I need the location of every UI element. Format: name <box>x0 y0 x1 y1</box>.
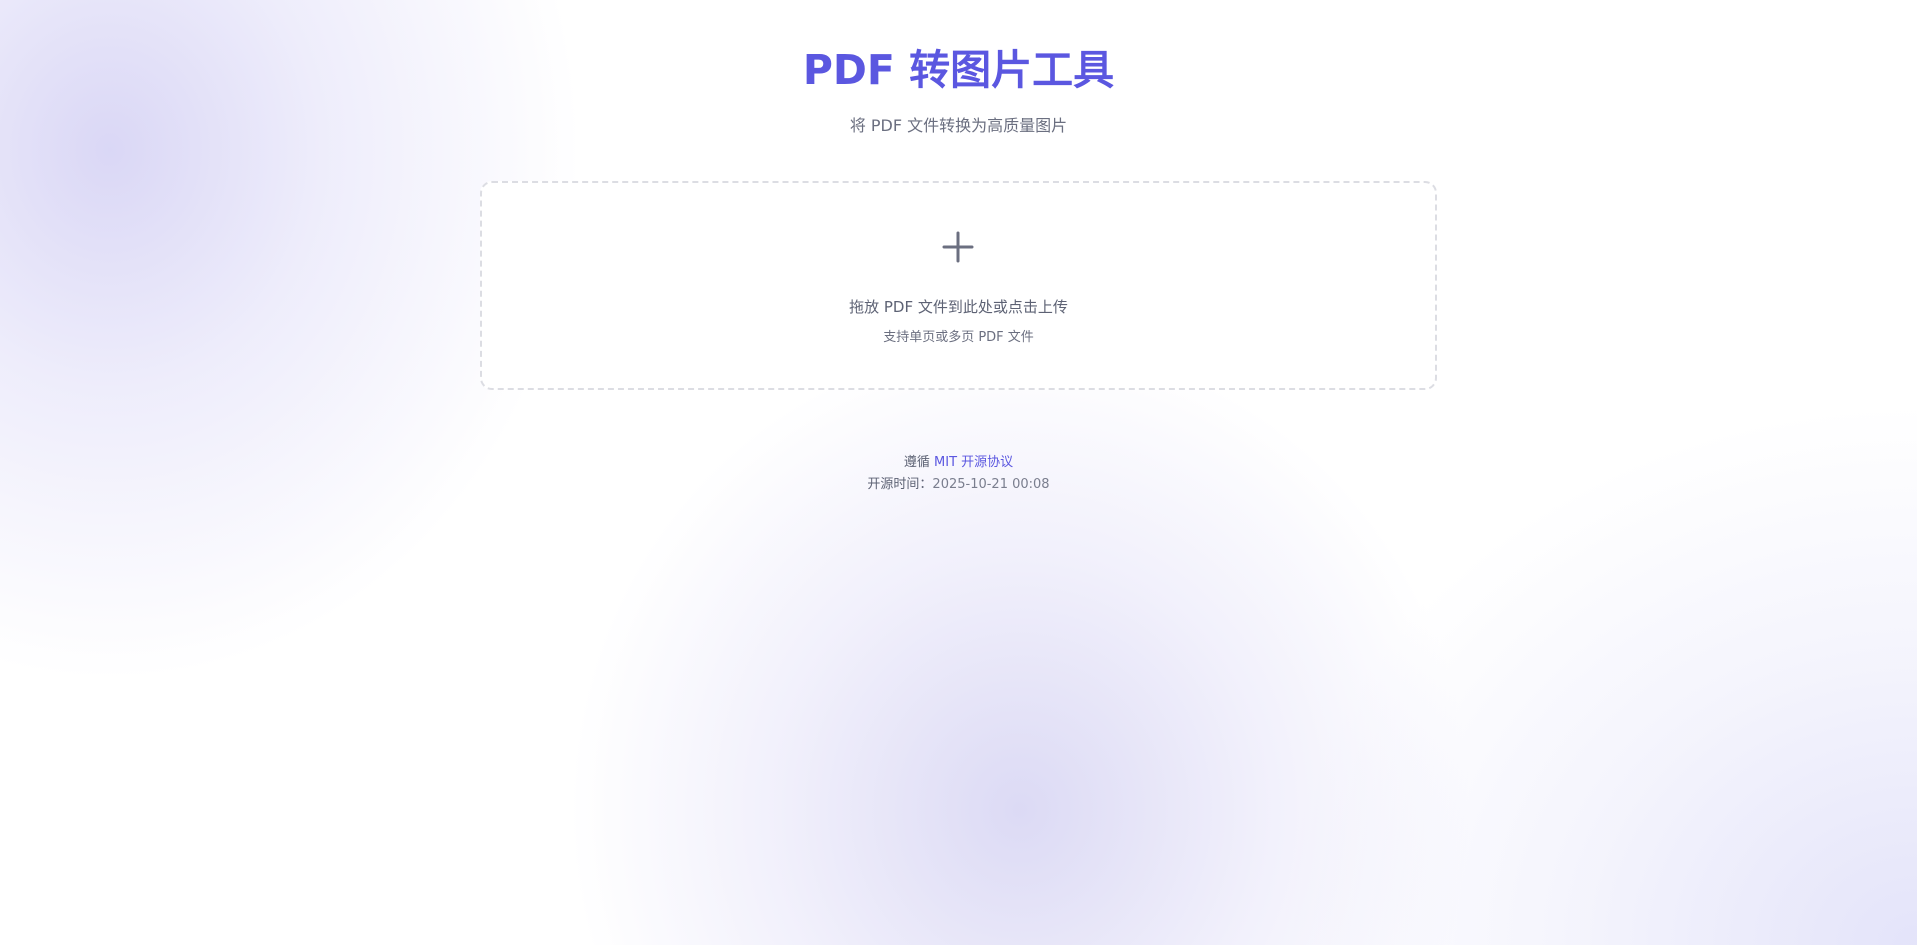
footer: 遵循 MIT 开源协议 开源时间：2025-10-21 00:08 <box>0 452 1917 496</box>
page-title: PDF 转图片工具 <box>802 46 1115 94</box>
release-time-label: 开源时间： <box>867 477 933 492</box>
page: PDF 转图片工具 将 PDF 文件转换为高质量图片 拖放 PDF 文件到此处或… <box>0 0 1917 945</box>
page-subtitle: 将 PDF 文件转换为高质量图片 <box>849 116 1068 135</box>
upload-instruction: 拖放 PDF 文件到此处或点击上传 <box>849 298 1068 316</box>
pdf-upload-dropzone[interactable]: 拖放 PDF 文件到此处或点击上传 支持单页或多页 PDF 文件 <box>480 181 1437 390</box>
upload-hint: 支持单页或多页 PDF 文件 <box>883 330 1034 345</box>
release-time-line: 开源时间：2025-10-21 00:08 <box>0 474 1917 496</box>
license-line: 遵循 MIT 开源协议 <box>0 452 1917 474</box>
release-time-value: 2025-10-21 00:08 <box>932 477 1050 492</box>
license-prefix: 遵循 <box>903 455 930 470</box>
plus-icon <box>942 231 974 263</box>
mit-license-link[interactable]: MIT 开源协议 <box>934 455 1013 470</box>
